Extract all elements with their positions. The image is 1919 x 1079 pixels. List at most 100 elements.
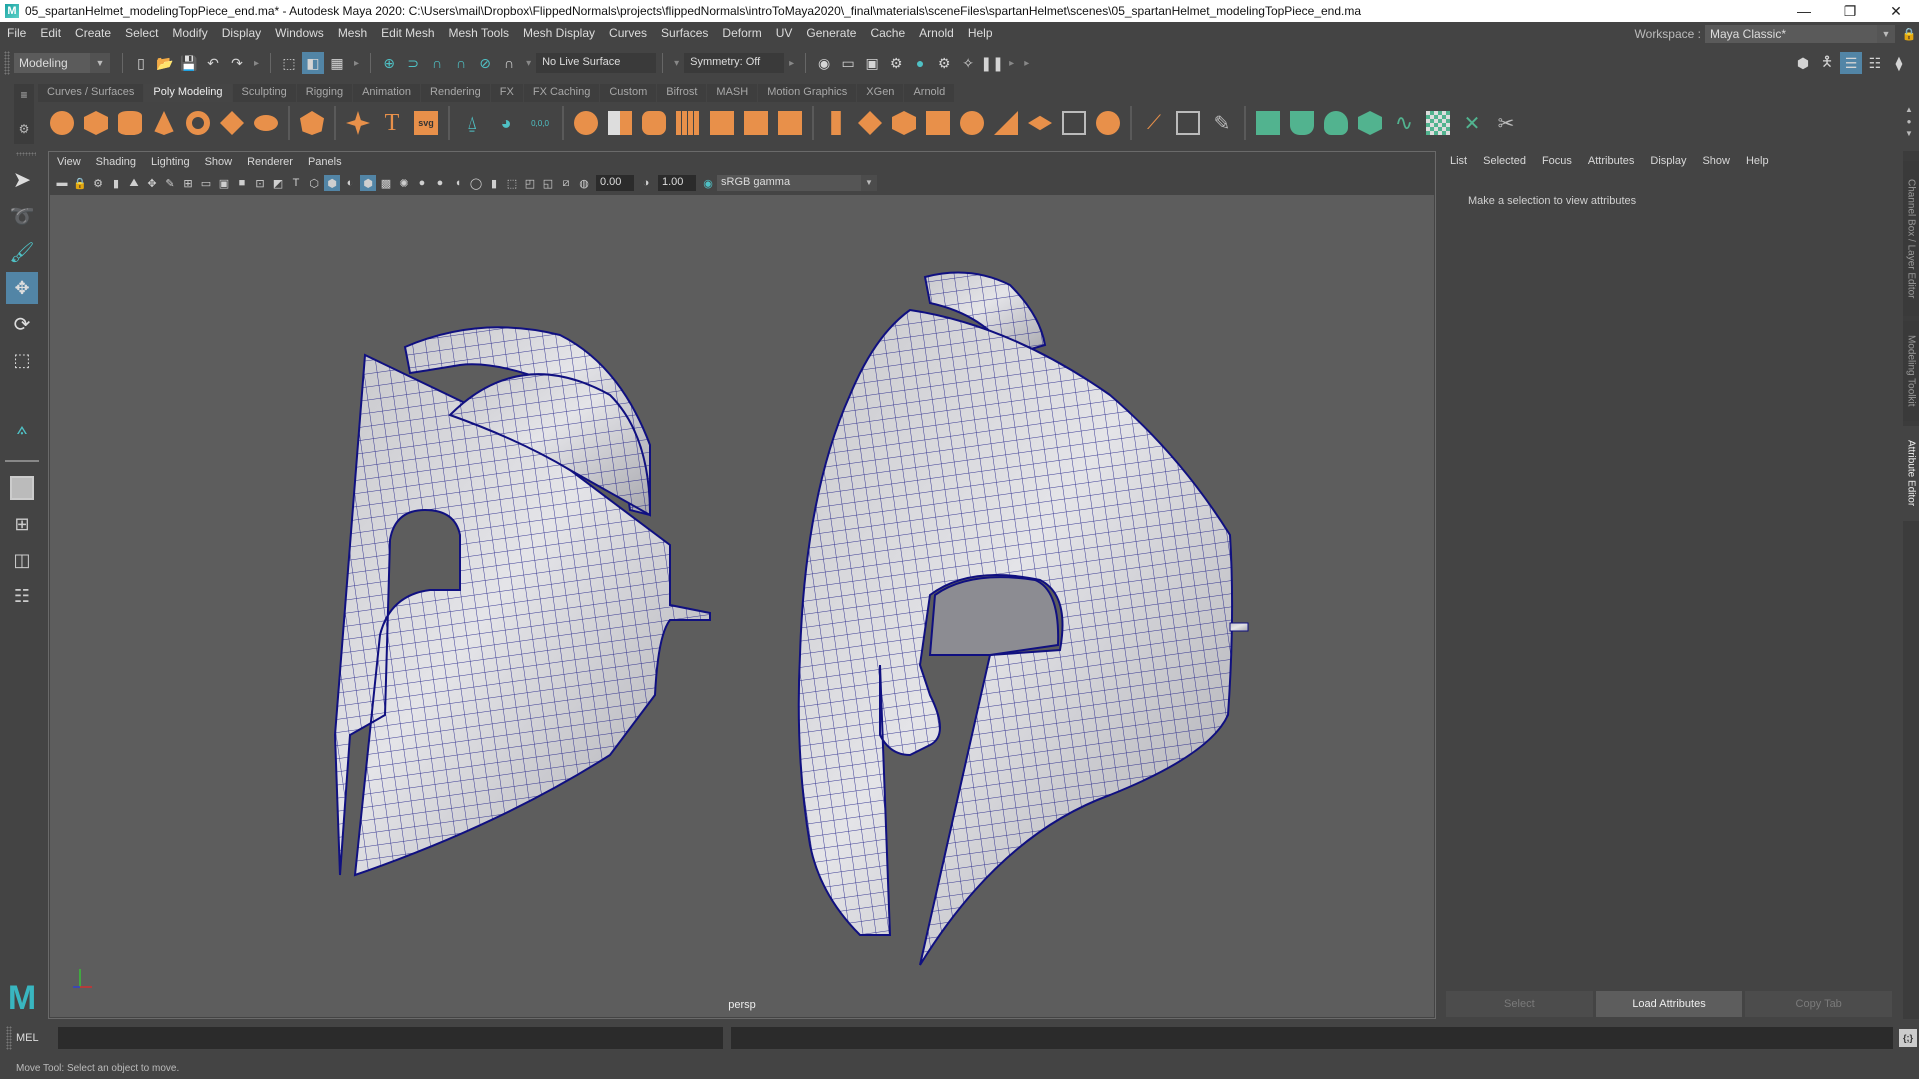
shelf-tab-curves-surfaces[interactable]: Curves / Surfaces [38,84,144,102]
image-plane-icon[interactable]: ⛰ [126,175,142,191]
shelf-tab-xgen[interactable]: XGen [857,84,904,102]
menu-modify[interactable]: Modify [165,26,214,40]
script-editor-icon[interactable]: {;} [1899,1029,1917,1047]
load-attributes-button[interactable]: Load Attributes [1595,991,1743,1017]
merge-icon[interactable] [1025,108,1055,138]
drag-handle[interactable] [16,152,36,156]
uv-planar-icon[interactable] [1253,108,1283,138]
poly-plane-icon[interactable] [217,108,247,138]
redo-icon[interactable]: ↷ [226,52,248,74]
bridge-icon[interactable] [855,108,885,138]
shelf-tab-fx[interactable]: FX [490,84,523,102]
rotate-tool-icon[interactable]: ⟳ [6,308,38,340]
snap-view-plane-icon[interactable]: ∩ [450,52,472,74]
depth-of-field-icon[interactable]: ▮ [486,175,502,191]
copy-tab-button[interactable]: Copy Tab [1745,991,1893,1017]
safe-action-icon[interactable]: ◩ [270,175,286,191]
live-surface-field[interactable]: No Live Surface [536,53,657,73]
undo-icon[interactable]: ↶ [202,52,224,74]
helmet-side-view[interactable] [333,326,711,877]
color-space-dropdown[interactable]: sRGB gamma ▼ [717,175,877,191]
menu-generate[interactable]: Generate [799,26,863,40]
gamma-icon[interactable]: ◑ [638,175,654,191]
use-all-lights-icon[interactable]: ✺ [396,175,412,191]
shelf-tab-rendering[interactable]: Rendering [421,84,490,102]
menu-edit-mesh[interactable]: Edit Mesh [374,26,441,40]
remesh-icon[interactable] [741,108,771,138]
character-controls-icon[interactable]: 🯅 [1816,52,1838,74]
gamma-field[interactable]: 1.00 [658,175,696,191]
tab-channel-box-layer-editor[interactable]: Channel Box / Layer Editor [1903,161,1919,316]
uv-cylindrical-icon[interactable] [1287,108,1317,138]
menu-curves[interactable]: Curves [602,26,654,40]
uv-cut-sew-icon[interactable]: ✕ [1457,108,1487,138]
menu-mesh-tools[interactable]: Mesh Tools [442,26,516,40]
xray-joints-icon[interactable]: ◱ [540,175,556,191]
xray-components-icon[interactable]: ⧄ [558,175,574,191]
uv-editor-icon[interactable] [1423,108,1453,138]
select-camera-icon[interactable]: ▬ [54,175,70,191]
shelf-tab-animation[interactable]: Animation [353,84,421,102]
wireframe-on-shaded-icon[interactable]: ⬢ [360,175,376,191]
bookmark-icon[interactable]: ▮ [108,175,124,191]
ae-menu-list[interactable]: List [1450,155,1467,167]
select-tool-icon[interactable]: ➤ [6,164,38,196]
soft-mod-icon[interactable]: ⟑ [6,412,38,444]
menu-display[interactable]: Display [215,26,268,40]
edge-slide-icon[interactable]: ⟋ [1139,108,1169,138]
color-management-toggle-icon[interactable]: ◉ [700,175,716,191]
channel-box-icon[interactable]: ⧫ [1888,52,1910,74]
shelf-tab-poly-modeling[interactable]: Poly Modeling [144,84,232,102]
ae-menu-display[interactable]: Display [1650,155,1686,167]
ae-menu-focus[interactable]: Focus [1542,155,1572,167]
save-scene-icon[interactable]: 💾 [178,52,200,74]
four-view-layout-icon[interactable]: ⊞ [6,508,38,540]
grid-icon[interactable]: ⊞ [180,175,196,191]
combine-icon[interactable] [571,108,601,138]
symmetry-field[interactable]: Symmetry: Off [684,53,785,73]
perspective-viewport[interactable]: persp [50,195,1434,1017]
menu-deform[interactable]: Deform [715,26,768,40]
collapse-arrow[interactable]: ▸ [1024,58,1029,69]
restore-button[interactable]: ❐ [1827,0,1873,22]
light-editor-icon[interactable]: ✧ [957,52,979,74]
menu-create[interactable]: Create [68,26,118,40]
shelf-tab-custom[interactable]: Custom [600,84,657,102]
single-perspective-layout-icon[interactable] [6,472,38,504]
shelf-scrollbar[interactable]: ▲ ● ▼ [1903,104,1915,142]
shelf-settings-icon[interactable]: ⚙ [14,122,34,136]
select-by-component-icon[interactable]: ▦ [326,52,348,74]
outliner-layout-icon[interactable]: ☷ [6,580,38,612]
menu-arnold[interactable]: Arnold [912,26,961,40]
resolution-gate-icon[interactable]: ▣ [216,175,232,191]
ae-menu-help[interactable]: Help [1746,155,1769,167]
poly-sphere-icon[interactable] [47,108,77,138]
lock-camera-icon[interactable]: 🔒 [72,175,88,191]
bevel-icon[interactable] [889,108,919,138]
modeling-toolkit-toggle-icon[interactable]: ⬢ [1792,52,1814,74]
pause-viewport-icon[interactable]: ❚❚ [980,52,1003,74]
exposure-field[interactable]: 0.00 [596,175,634,191]
shelf-tab-rigging[interactable]: Rigging [296,84,353,102]
poly-cube-icon[interactable] [81,108,111,138]
center-pivot-icon[interactable]: ◕ [491,108,521,138]
ae-menu-show[interactable]: Show [1702,155,1730,167]
fill-hole-icon[interactable] [923,108,953,138]
snap-curve-icon[interactable]: ⊃ [402,52,424,74]
attribute-editor-toggle-icon[interactable]: ☰ [1840,52,1862,74]
lock-icon[interactable]: 🔒 [1899,27,1919,41]
anti-aliasing-icon[interactable]: ◯ [468,175,484,191]
safe-title-icon[interactable]: T [288,175,304,191]
open-scene-icon[interactable]: 📂 [154,52,176,74]
command-input[interactable] [58,1027,723,1049]
close-button[interactable]: ✕ [1873,0,1919,22]
snap-options-icon[interactable]: ∩ [498,52,520,74]
field-chart-icon[interactable]: ⊡ [252,175,268,191]
menu-file[interactable]: File [0,26,33,40]
menu-windows[interactable]: Windows [268,26,331,40]
workspace-dropdown[interactable]: Maya Classic* ▼ [1705,25,1895,43]
extrude-icon[interactable] [821,108,851,138]
uv-unfold-icon[interactable]: ∿ [1389,108,1419,138]
smooth-icon[interactable] [673,108,703,138]
freeze-transforms-icon[interactable]: 0,0,0 [525,108,555,138]
